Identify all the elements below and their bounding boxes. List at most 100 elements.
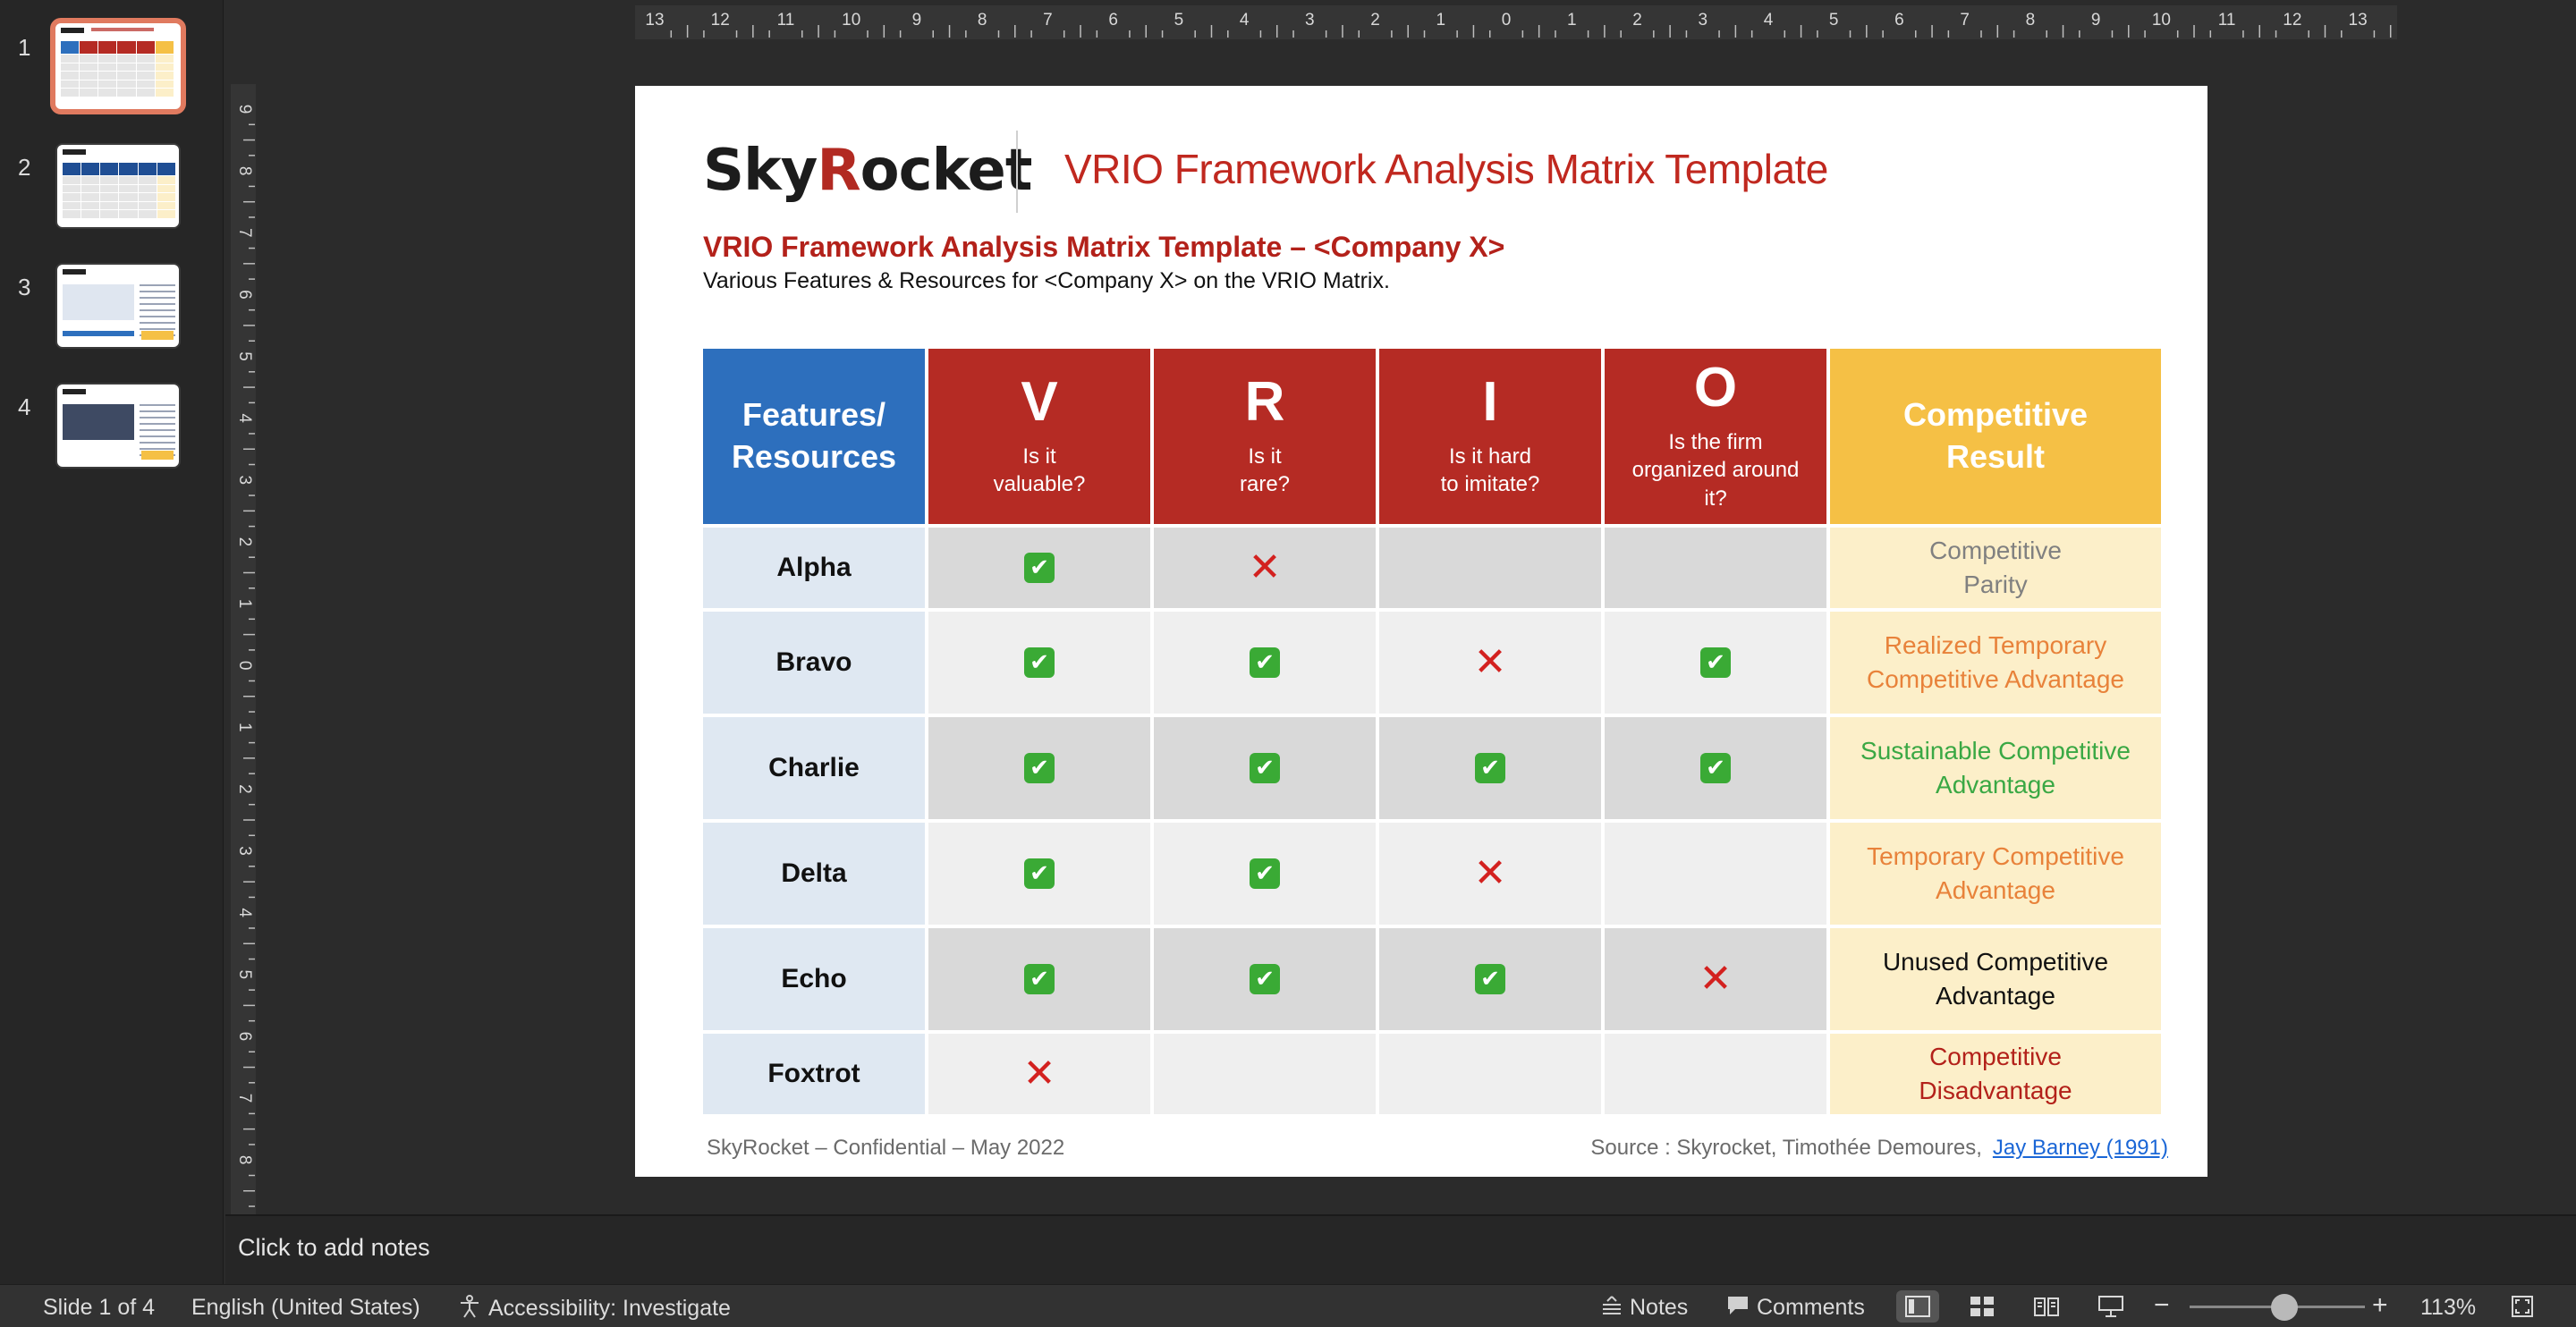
ruler-label: 3 xyxy=(235,846,254,856)
slide-subtitle[interactable]: VRIO Framework Analysis Matrix Template … xyxy=(703,231,1504,264)
ruler-label: 6 xyxy=(1108,11,1118,30)
comment-icon xyxy=(1726,1295,1750,1323)
competitive-result: Competitive Disadvantage xyxy=(1830,1034,2161,1114)
ruler-label: 1 xyxy=(235,599,254,609)
comments-button[interactable]: Comments xyxy=(1726,1295,1865,1323)
ruler-label: 3 xyxy=(235,475,254,485)
notes-icon xyxy=(1601,1296,1623,1322)
competitive-result: Realized Temporary Competitive Advantage xyxy=(1830,612,2161,714)
check-mark-icon: ✔ xyxy=(1024,647,1055,678)
ruler-label: 8 xyxy=(2026,11,2036,30)
thumbnail-number: 3 xyxy=(18,274,31,300)
check-mark-icon: ✔ xyxy=(1250,647,1280,678)
slideshow-button[interactable] xyxy=(2089,1290,2132,1323)
thumbnail-row[interactable]: 1 xyxy=(0,18,224,122)
row-name: Charlie xyxy=(703,717,925,819)
competitive-result: Temporary Competitive Advantage xyxy=(1830,823,2161,925)
slide-thumbnail-2[interactable] xyxy=(55,143,181,229)
check-mark-icon: ✔ xyxy=(1475,964,1505,994)
slide-editing-canvas[interactable]: SkyRocket VRIO Framework Analysis Matrix… xyxy=(256,39,2576,1213)
footer-source-text: Source : Skyrocket, Timothée Demoures, xyxy=(1590,1136,1982,1160)
fit-to-window-button[interactable] xyxy=(2501,1290,2544,1323)
matrix-cell: ✕ xyxy=(928,1034,1150,1114)
zoom-slider-thumb[interactable] xyxy=(2270,1294,2298,1321)
slide-thumbnail-1[interactable] xyxy=(50,18,186,114)
column-question: Is it rare? xyxy=(1239,444,1291,496)
thumbnail-bar xyxy=(63,331,134,336)
thumbnail-box xyxy=(141,451,174,460)
ruler-label: 10 xyxy=(842,11,860,30)
matrix-cell: ✔ xyxy=(928,612,1150,714)
slide-thumbnail-4[interactable] xyxy=(55,383,181,469)
column-question: Is it valuable? xyxy=(993,444,1086,496)
thumbnail-row[interactable]: 4 xyxy=(0,383,224,481)
reading-view-button[interactable] xyxy=(2025,1290,2068,1323)
matrix-cell xyxy=(1379,528,1601,608)
notes-label: Notes xyxy=(1630,1295,1689,1320)
ruler-label: 12 xyxy=(711,11,730,30)
check-mark-icon: ✔ xyxy=(1700,647,1731,678)
ruler-label: 3 xyxy=(1305,11,1315,30)
ruler-label: 0 xyxy=(235,661,254,671)
ruler-label: 1 xyxy=(1567,11,1577,30)
footer-source-link[interactable]: Jay Barney (1991) xyxy=(1993,1136,2168,1160)
row-name: Alpha xyxy=(703,528,925,608)
slide-thumbnail-3[interactable] xyxy=(55,263,181,349)
ruler-label: 8 xyxy=(235,166,254,176)
notes-button[interactable]: Notes xyxy=(1601,1295,1688,1322)
language-indicator[interactable]: English (United States) xyxy=(191,1295,420,1321)
thumbnail-row[interactable]: 2 xyxy=(0,143,224,241)
zoom-level[interactable]: 113% xyxy=(2420,1295,2476,1321)
zoom-out-button[interactable]: − xyxy=(2154,1290,2170,1321)
thumbnail-number: 1 xyxy=(18,34,31,61)
thumbnail-box xyxy=(141,331,174,340)
competitive-result: Sustainable Competitive Advantage xyxy=(1830,717,2161,819)
matrix-cell: ✔ xyxy=(928,823,1150,925)
column-letter: O xyxy=(1693,357,1738,419)
normal-view-button[interactable] xyxy=(1896,1290,1939,1323)
slide-description[interactable]: Various Features & Resources for <Compan… xyxy=(703,268,1390,294)
ruler-label: 0 xyxy=(1502,11,1512,30)
result-header: Competitive Result xyxy=(1830,349,2161,524)
result-header-label: Competitive Result xyxy=(1902,396,2089,475)
check-mark-icon: ✔ xyxy=(1250,753,1280,783)
ruler-label: 2 xyxy=(235,784,254,794)
slide-title[interactable]: VRIO Framework Analysis Matrix Template xyxy=(1064,145,1828,193)
ruler-label: 5 xyxy=(1174,11,1184,30)
ruler-label: 7 xyxy=(235,1094,254,1103)
slide-thumbnails-pane: 1 2 3 4 xyxy=(0,0,224,1284)
vertical-ruler[interactable]: 9876543210123456789 xyxy=(225,39,256,1269)
matrix-cell xyxy=(1605,528,1826,608)
features-header-label: Features/ Resources xyxy=(731,396,897,475)
matrix-cell: ✔ xyxy=(1154,612,1376,714)
notes-pane[interactable]: Click to add notes xyxy=(225,1214,2576,1284)
column-header-i: I Is it hard to imitate? xyxy=(1379,349,1601,524)
slide-sorter-button[interactable] xyxy=(1961,1290,2004,1323)
column-letter: V xyxy=(1021,370,1058,433)
vrio-matrix-table[interactable]: Features/ Resources V Is it valuable? R … xyxy=(703,349,2161,1114)
matrix-cell: ✔ xyxy=(1605,612,1826,714)
grid-view-icon xyxy=(1970,1297,1994,1316)
matrix-cell: ✔ xyxy=(928,717,1150,819)
matrix-cell: ✔ xyxy=(1154,928,1376,1030)
thumbnail-row[interactable]: 3 xyxy=(0,263,224,361)
matrix-cell: ✕ xyxy=(1379,823,1601,925)
notes-placeholder[interactable]: Click to add notes xyxy=(238,1234,430,1262)
ruler-label: 1 xyxy=(1436,11,1446,30)
matrix-cell: ✕ xyxy=(1605,928,1826,1030)
zoom-in-button[interactable]: + xyxy=(2372,1290,2388,1321)
thumbnail-title xyxy=(91,28,154,31)
column-question: Is the firm organized around it? xyxy=(1631,430,1800,511)
ruler-label: 8 xyxy=(235,1155,254,1165)
horizontal-ruler-ticks: 13 12 11 10 9 8 7 6 5 4 3 2 1 0 1 2 3 4 5 6 7 8 9 10 11 12 13 xyxy=(645,11,2408,38)
ruler-label: 10 xyxy=(2152,11,2171,30)
thumbnail-image xyxy=(63,404,134,440)
accessibility-button[interactable]: Accessibility: Investigate xyxy=(458,1295,731,1324)
horizontal-ruler[interactable]: 13 12 11 10 9 8 7 6 5 4 3 2 1 0 1 2 3 4 5 6 7 8 9 10 11 12 13 xyxy=(225,0,2576,39)
ruler-label: 3 xyxy=(1698,11,1707,30)
ruler-label: 7 xyxy=(235,228,254,238)
competitive-result: Unused Competitive Advantage xyxy=(1830,928,2161,1030)
slide[interactable]: SkyRocket VRIO Framework Analysis Matrix… xyxy=(635,86,2207,1177)
presentation-icon xyxy=(2098,1296,2123,1317)
column-header-o: O Is the firm organized around it? xyxy=(1605,349,1826,524)
